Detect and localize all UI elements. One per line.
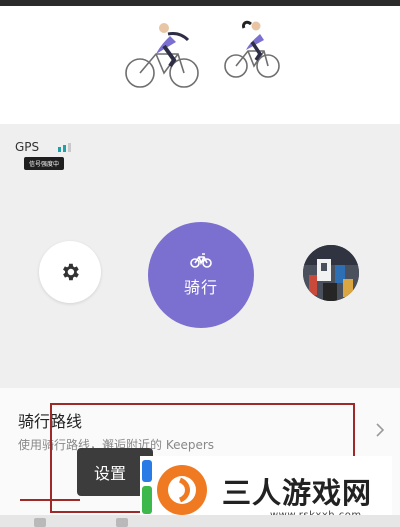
gps-signal-icon: [58, 143, 74, 152]
gps-tooltip: 信号强度中: [24, 157, 65, 170]
nav-item[interactable]: [34, 518, 46, 527]
chevron-right-icon[interactable]: [372, 420, 388, 440]
sanren-logo-icon: [142, 460, 207, 515]
start-ride-button[interactable]: 骑行: [148, 222, 254, 328]
nav-item[interactable]: [116, 518, 128, 527]
avatar[interactable]: [303, 245, 359, 301]
gear-icon: [63, 263, 79, 281]
cyclists-illustration: [125, 20, 280, 88]
avatar-image: [303, 245, 359, 301]
bike-icon: [190, 253, 212, 268]
highlight-underline: [20, 499, 80, 501]
settings-button[interactable]: [39, 241, 101, 303]
gps-label: GPS: [15, 140, 40, 154]
watermark-brand: 三人游戏网: [222, 476, 373, 510]
hero-banner: [0, 6, 400, 124]
start-ride-label: 骑行: [183, 278, 218, 297]
bottom-nav: [0, 515, 400, 527]
watermark-banner: 三人游戏网 www.rskxxh.com: [140, 456, 392, 524]
